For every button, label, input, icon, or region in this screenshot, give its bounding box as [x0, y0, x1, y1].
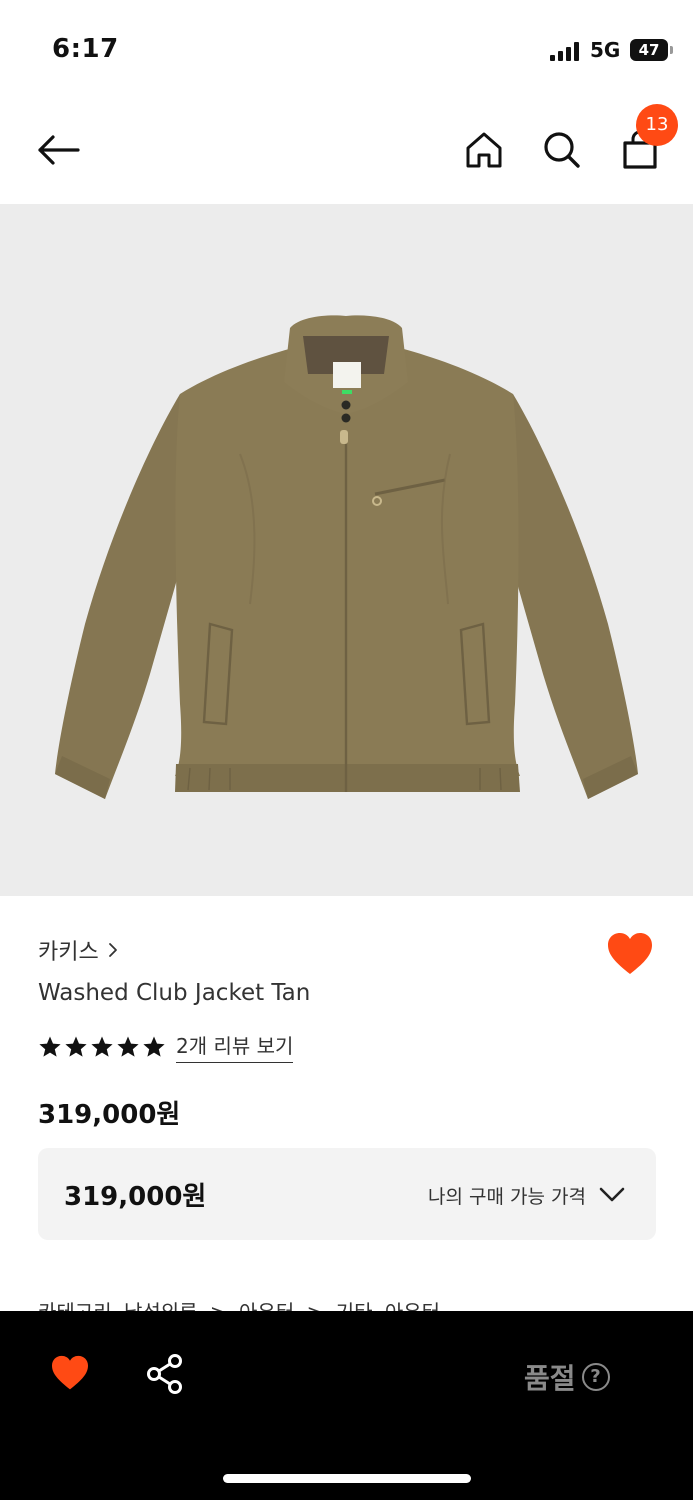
arrow-left-icon	[38, 135, 80, 165]
home-icon	[466, 132, 502, 168]
star-icon	[91, 1036, 113, 1057]
product-name: Washed Club Jacket Tan	[38, 980, 311, 1006]
star-icon	[117, 1036, 139, 1057]
share-button[interactable]	[144, 1353, 186, 1395]
rating-stars	[38, 1035, 166, 1059]
search-button[interactable]	[534, 122, 590, 178]
rating-row: 2개 리뷰 보기	[38, 1030, 294, 1063]
status-bar: 6:17 5G 47	[0, 0, 693, 100]
heart-icon	[52, 1355, 88, 1390]
battery-icon: 47	[630, 39, 673, 61]
my-price-value: 319,000원	[64, 1182, 207, 1212]
back-button[interactable]	[30, 122, 86, 178]
my-price-dropdown[interactable]: 319,000원 나의 구매 가능 가격	[38, 1148, 656, 1240]
jacket-image	[55, 315, 638, 799]
share-icon	[147, 1354, 182, 1394]
product-image[interactable]	[0, 204, 693, 896]
question-circle-icon[interactable]: ?	[581, 1363, 610, 1391]
network-label: 5G	[590, 38, 621, 62]
brand-link[interactable]: 카키스	[38, 934, 119, 966]
bottom-action-bar: 품절 ?	[0, 1311, 693, 1500]
star-icon	[39, 1036, 61, 1057]
soldout-label: 품절	[524, 1362, 576, 1395]
home-button[interactable]	[456, 122, 512, 178]
product-info: 카키스 Washed Club Jacket Tan 2개 리뷰 보기 319,…	[0, 896, 693, 1316]
star-icon	[143, 1036, 165, 1057]
signal-icon	[550, 41, 582, 61]
brand-name: 카키스	[38, 940, 99, 965]
review-link[interactable]: 2개 리뷰 보기	[176, 1030, 294, 1063]
chevron-right-icon	[108, 943, 117, 957]
status-time: 6:17	[52, 34, 119, 64]
my-price-label: 나의 구매 가능 가격	[428, 1186, 586, 1208]
star-icon	[65, 1036, 87, 1057]
chevron-down-icon	[599, 1187, 625, 1202]
product-price: 319,000원	[38, 1100, 181, 1130]
like-button[interactable]	[606, 932, 654, 976]
home-indicator	[223, 1474, 471, 1483]
soldout-status: 품절 ?	[524, 1357, 610, 1397]
top-navigation	[0, 100, 693, 204]
category-breadcrumb[interactable]: 카테고리 남성의류 > 아우터 > 기타 아우터	[38, 1296, 440, 1312]
heart-icon	[608, 933, 652, 974]
bottom-like-button[interactable]	[50, 1355, 90, 1391]
cart-count-badge: 13	[636, 104, 678, 146]
search-icon	[544, 132, 580, 168]
